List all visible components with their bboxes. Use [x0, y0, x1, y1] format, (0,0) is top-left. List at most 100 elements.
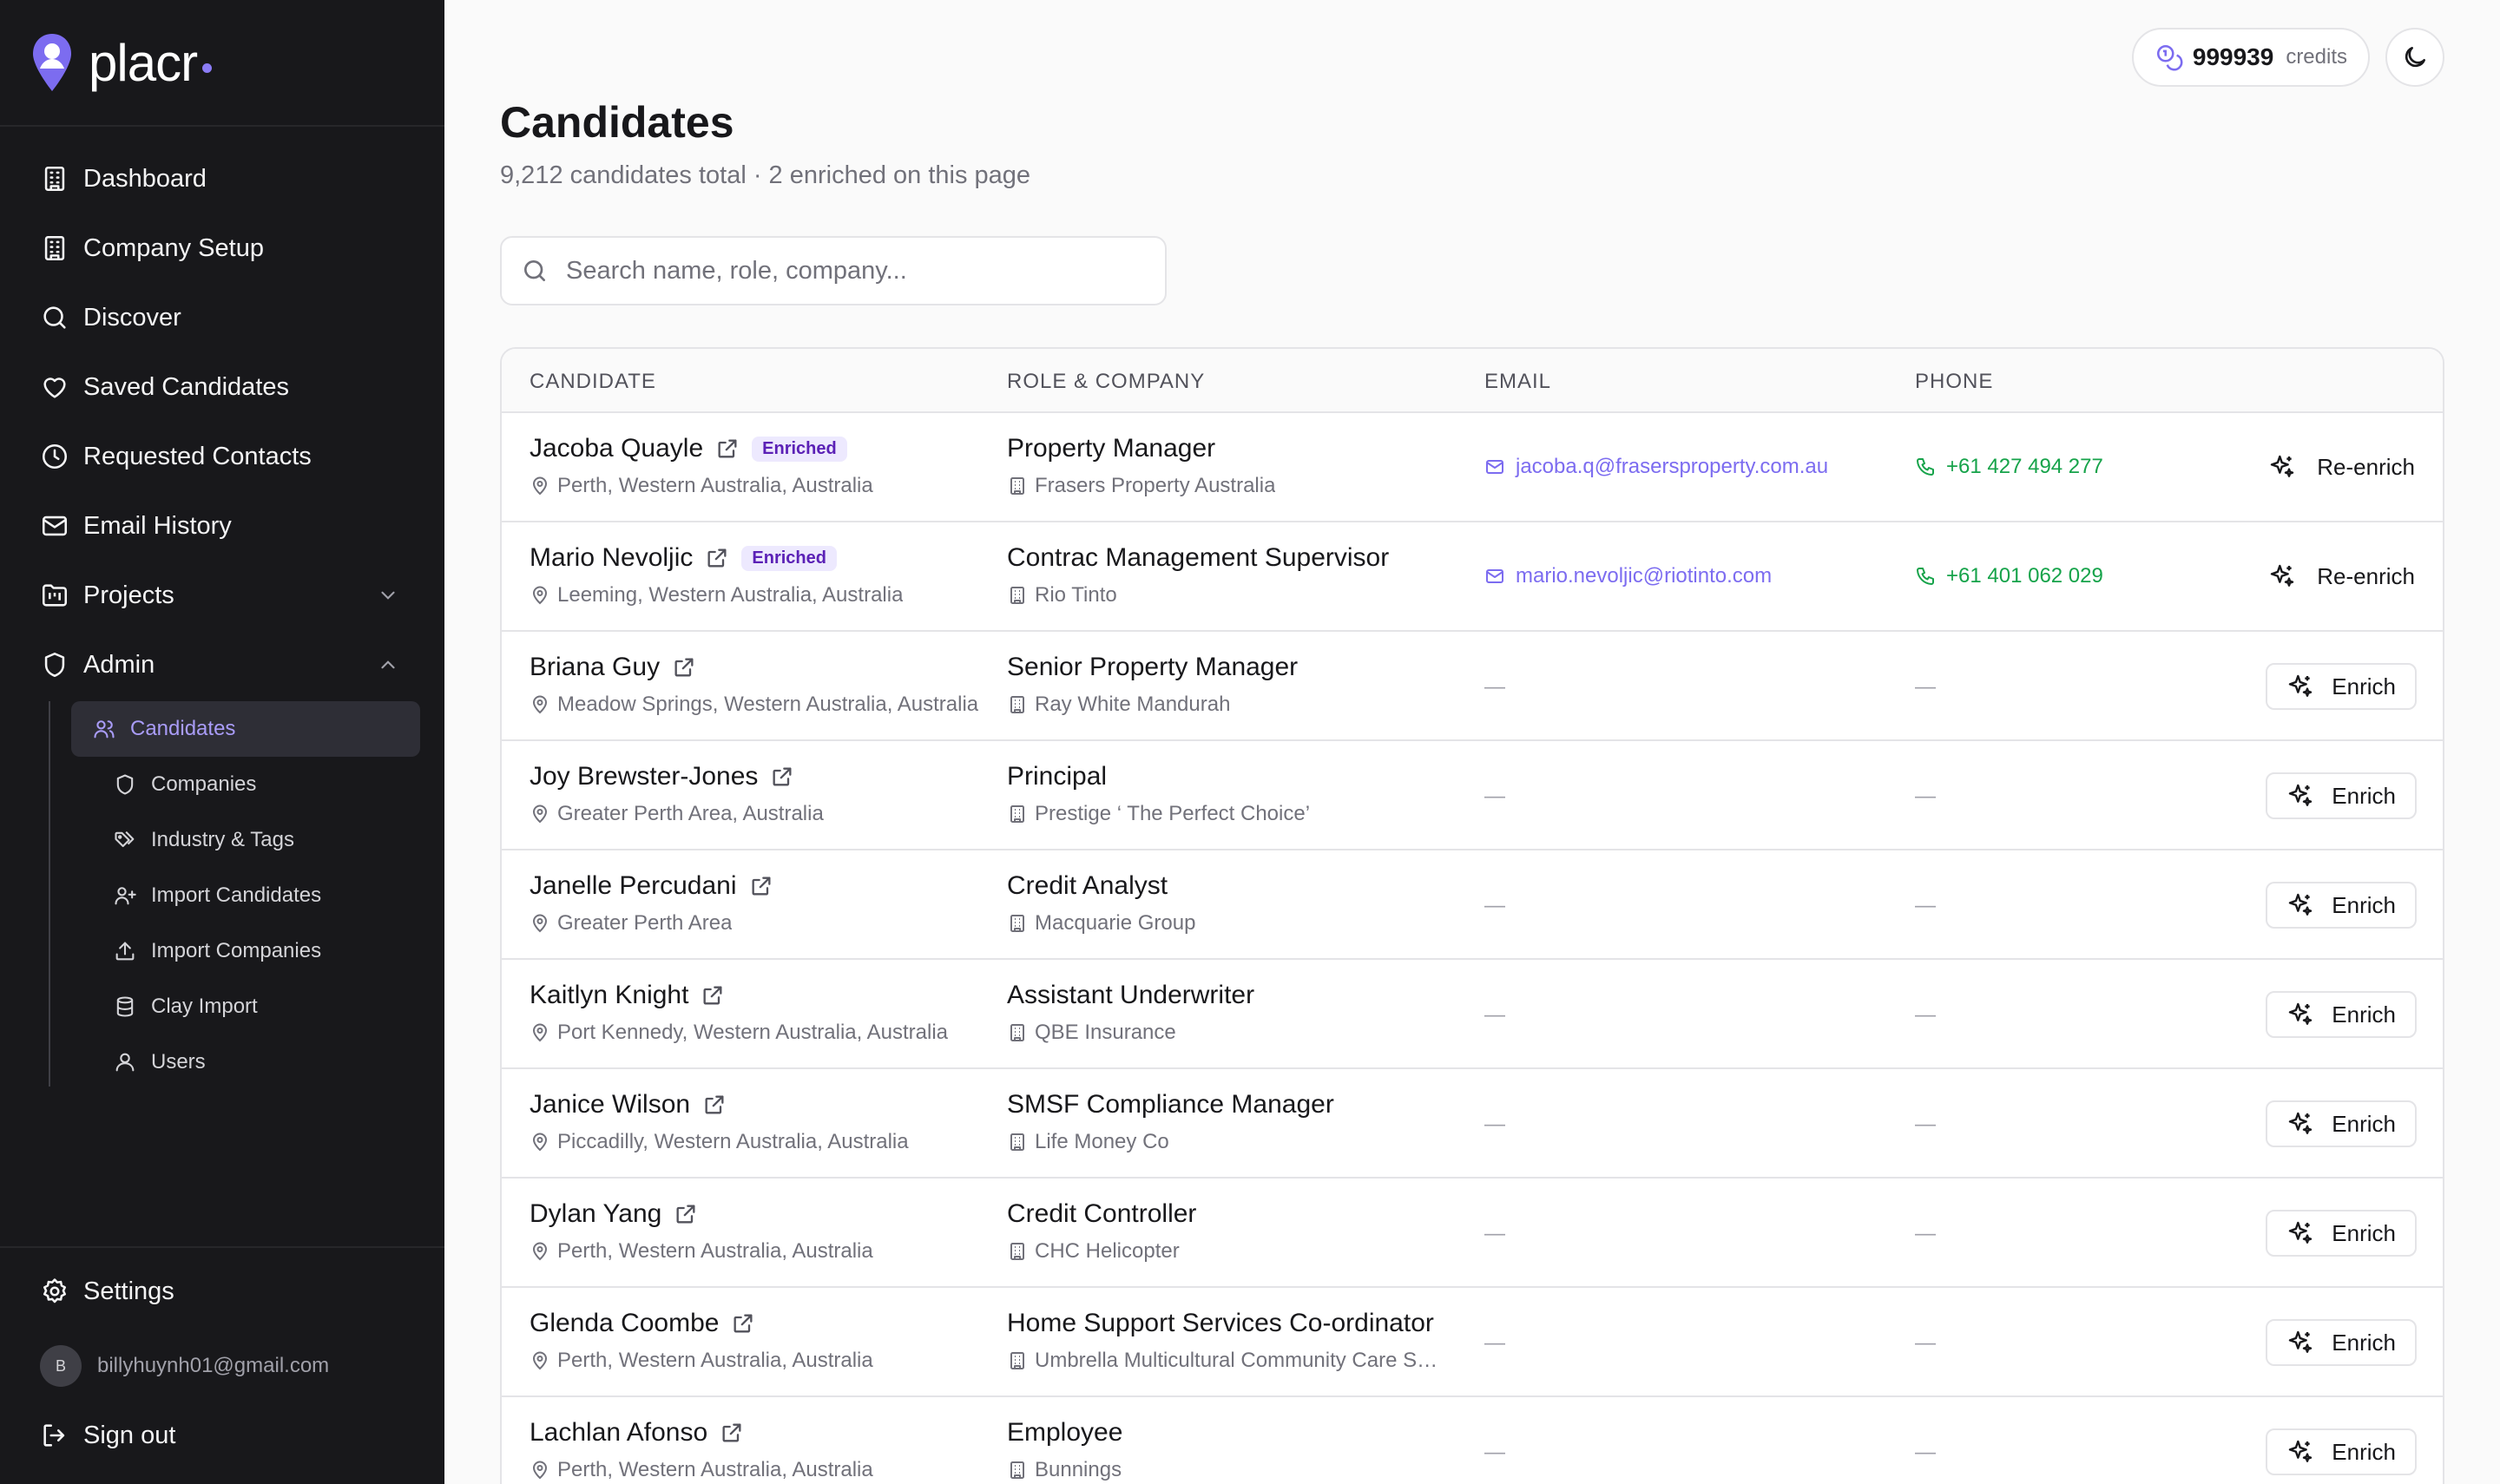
- users-icon: [94, 720, 115, 739]
- enrich-label: Enrich: [2332, 1110, 2396, 1137]
- candidate-company: Ray White Mandurah: [1007, 693, 1441, 717]
- candidate-role: Contrac Management Supervisor: [1007, 543, 1390, 572]
- candidate-name[interactable]: Glenda Coombe: [530, 1309, 719, 1338]
- enrich-button[interactable]: Enrich: [2266, 882, 2417, 929]
- subnav-item-candidates[interactable]: Candidates: [71, 701, 420, 757]
- table-row: Glenda Coombe Perth, Western Australia, A…: [502, 1288, 2443, 1397]
- candidate-name[interactable]: Janice Wilson: [530, 1090, 690, 1120]
- table-row: Janice Wilson Piccadilly, Western Austral…: [502, 1069, 2443, 1179]
- mail-icon: [1486, 569, 1503, 583]
- email-empty: —: [1484, 675, 1505, 699]
- credits-label: credits: [2286, 45, 2347, 69]
- sidebar-item-projects[interactable]: Projects: [0, 561, 444, 630]
- email-text: jacoba.q@frasersproperty.com.au: [1516, 455, 1829, 478]
- re-enrich-button[interactable]: Re-enrich: [2268, 555, 2415, 597]
- map-pin-icon: [532, 1351, 548, 1370]
- sidebar-item-saved-candidates[interactable]: Saved Candidates: [0, 352, 444, 422]
- candidate-company: Bunnings: [1007, 1458, 1441, 1482]
- phone-text: +61 427 494 277: [1946, 455, 2103, 478]
- candidate-location: Leeming, Western Australia, Australia: [530, 583, 981, 607]
- heart-icon: [43, 378, 66, 398]
- candidate-name[interactable]: Janelle Percudani: [530, 871, 737, 901]
- map-pin-icon: [532, 1242, 548, 1261]
- candidate-company: QBE Insurance: [1007, 1021, 1441, 1045]
- external-link-icon[interactable]: [715, 437, 740, 461]
- sparkles-icon: [2289, 784, 2312, 806]
- credits-pill[interactable]: 999939 credits: [2131, 28, 2370, 87]
- sidebar: placr Dashboard Company Setup Discover S…: [0, 0, 444, 1484]
- map-pin-icon: [532, 1133, 548, 1152]
- external-link-icon[interactable]: [672, 655, 696, 680]
- re-enrich-button[interactable]: Re-enrich: [2268, 446, 2415, 488]
- email-empty: —: [1484, 1441, 1505, 1464]
- enrich-button[interactable]: Enrich: [2266, 1428, 2417, 1475]
- enrich-button[interactable]: Enrich: [2266, 772, 2417, 819]
- candidate-company: Rio Tinto: [1007, 583, 1441, 607]
- theme-toggle-button[interactable]: [2385, 28, 2444, 87]
- subnav-item-label: Import Companies: [151, 939, 322, 962]
- table-row: Kaitlyn Knight Port Kennedy, Western Aust…: [502, 960, 2443, 1069]
- phone-icon: [1917, 458, 1934, 476]
- subnav-item-import-companies[interactable]: Import Companies: [71, 923, 420, 979]
- external-link-icon[interactable]: [702, 1093, 727, 1117]
- sidebar-item-label: Projects: [83, 581, 174, 609]
- enrich-button[interactable]: Enrich: [2266, 1100, 2417, 1147]
- map-pin-icon: [532, 1461, 548, 1480]
- enrich-button[interactable]: Enrich: [2266, 663, 2417, 710]
- external-link-icon[interactable]: [674, 1202, 698, 1226]
- candidate-name[interactable]: Kaitlyn Knight: [530, 981, 688, 1010]
- enrich-button[interactable]: Enrich: [2266, 1210, 2417, 1257]
- subnav-item-import-candidates[interactable]: Import Candidates: [71, 868, 420, 923]
- column-header-role-company: ROLE & COMPANY: [1007, 370, 1206, 393]
- email-empty: —: [1484, 1331, 1505, 1355]
- email-link[interactable]: jacoba.q@frasersproperty.com.au: [1484, 455, 1828, 479]
- candidate-name[interactable]: Dylan Yang: [530, 1199, 661, 1229]
- settings-link[interactable]: Settings: [40, 1265, 174, 1317]
- sidebar-item-email-history[interactable]: Email History: [0, 491, 444, 561]
- external-link-icon[interactable]: [770, 765, 794, 789]
- search-input[interactable]: [566, 256, 1156, 286]
- map-pin-icon: [532, 586, 548, 605]
- sidebar-item-requested-contacts[interactable]: Requested Contacts: [0, 422, 444, 491]
- candidate-name[interactable]: Mario Nevoljic: [530, 543, 693, 573]
- company-text: CHC Helicopter: [1035, 1239, 1180, 1263]
- external-link-icon[interactable]: [749, 874, 773, 898]
- folder-kanban-icon: [42, 584, 68, 607]
- candidate-company: Prestige ‘ The Perfect Choice’: [1007, 802, 1441, 826]
- sign-out-button[interactable]: Sign out: [40, 1409, 175, 1461]
- user-account[interactable]: B billyhuynh01@gmail.com: [40, 1345, 329, 1387]
- phone-link[interactable]: +61 427 494 277: [1915, 455, 2103, 479]
- sidebar-item-label: Email History: [83, 511, 232, 540]
- subnav-item-companies[interactable]: Companies: [71, 757, 420, 812]
- sparkles-icon: [2271, 455, 2294, 477]
- external-link-icon[interactable]: [731, 1311, 755, 1336]
- subnav-item-label: Industry & Tags: [151, 828, 294, 851]
- external-link-icon[interactable]: [720, 1421, 744, 1445]
- external-link-icon[interactable]: [705, 546, 729, 570]
- external-link-icon[interactable]: [701, 983, 725, 1008]
- phone-link[interactable]: +61 401 062 029: [1915, 564, 2103, 588]
- subnav-item-clay-import[interactable]: Clay Import: [71, 979, 420, 1034]
- candidate-name[interactable]: Lachlan Afonso: [530, 1418, 707, 1448]
- subnav-item-industry-tags[interactable]: Industry & Tags: [71, 812, 420, 868]
- enrich-button[interactable]: Enrich: [2266, 1319, 2417, 1366]
- sign-out-label: Sign out: [83, 1421, 176, 1449]
- location-text: Perth, Western Australia, Australia: [557, 1349, 873, 1372]
- map-pin-icon: [532, 804, 548, 824]
- phone-empty: —: [1915, 1441, 1936, 1464]
- candidate-name[interactable]: Joy Brewster-Jones: [530, 762, 758, 791]
- enrich-button[interactable]: Enrich: [2266, 991, 2417, 1038]
- sidebar-item-company-setup[interactable]: Company Setup: [0, 213, 444, 283]
- phone-empty: —: [1915, 1003, 1936, 1027]
- brand[interactable]: placr: [0, 0, 444, 127]
- sidebar-item-dashboard[interactable]: Dashboard: [0, 144, 444, 213]
- candidate-name[interactable]: Jacoba Quayle: [530, 434, 703, 463]
- sidebar-item-admin[interactable]: Admin: [0, 630, 444, 699]
- sidebar-item-discover[interactable]: Discover: [0, 283, 444, 352]
- subnav-item-users[interactable]: Users: [71, 1034, 420, 1090]
- sparkles-icon: [2289, 1330, 2312, 1353]
- candidate-name[interactable]: Briana Guy: [530, 653, 660, 682]
- sparkles-icon: [2289, 893, 2312, 916]
- page-subtitle: 9,212 candidates total · 2 enriched on t…: [500, 161, 1031, 189]
- email-link[interactable]: mario.nevoljic@riotinto.com: [1484, 564, 1772, 588]
